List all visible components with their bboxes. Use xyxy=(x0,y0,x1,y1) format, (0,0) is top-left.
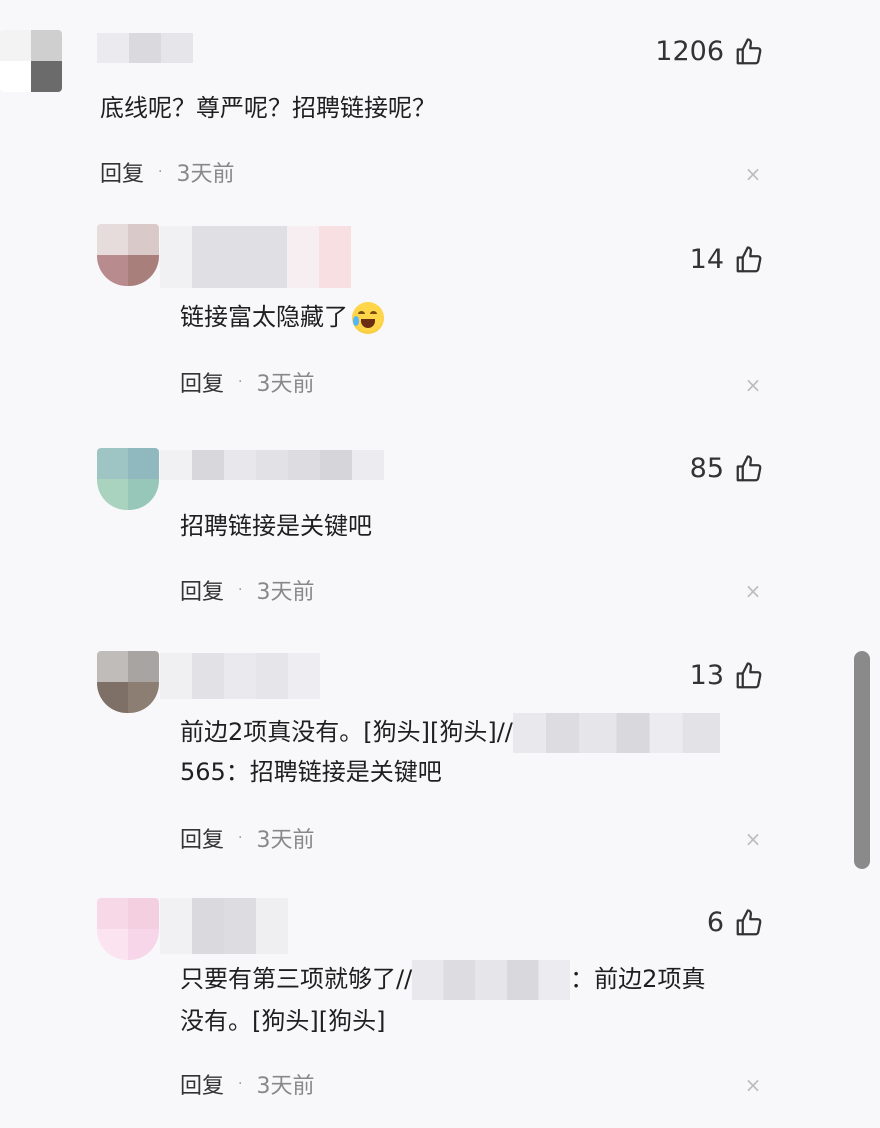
reply-button[interactable]: 回复 xyxy=(180,574,224,606)
avatar[interactable] xyxy=(97,898,159,960)
comment-text: 没有。[狗头][狗头] xyxy=(180,1007,386,1035)
username[interactable] xyxy=(160,898,288,954)
avatar[interactable] xyxy=(97,224,159,286)
like-count: 14 xyxy=(689,244,724,275)
like-count: 13 xyxy=(689,660,724,691)
comment-text: 只要有第三项就够了// xyxy=(180,965,413,993)
comment-text-row: 前边2项真没有。[狗头][狗头]// xyxy=(180,712,720,753)
like-button[interactable]: 85 xyxy=(690,453,764,484)
close-icon[interactable]: × xyxy=(744,164,762,184)
username[interactable] xyxy=(160,226,351,288)
close-icon[interactable]: × xyxy=(744,375,762,395)
separator-dot: · xyxy=(238,830,243,846)
like-count: 85 xyxy=(689,453,724,484)
separator-dot: · xyxy=(158,164,163,180)
blurred-mention xyxy=(412,960,571,1000)
comment-text: 招聘链接是关键吧 xyxy=(180,512,372,540)
comment-text-row: 只要有第三项就够了// ：前边2项真 xyxy=(180,959,705,1000)
reply-button[interactable]: 回复 xyxy=(180,1068,224,1100)
avatar[interactable] xyxy=(97,651,159,713)
thumbs-up-icon xyxy=(736,454,762,481)
reply-button[interactable]: 回复 xyxy=(180,366,224,398)
comment-text: 前边2项真没有。[狗头][狗头]// xyxy=(180,718,513,746)
separator-dot: · xyxy=(238,1076,243,1092)
like-count: 1206 xyxy=(655,36,724,67)
like-button[interactable]: 1206 xyxy=(655,36,764,67)
separator-dot: · xyxy=(238,374,243,390)
scrollbar[interactable] xyxy=(854,651,870,869)
comment-text: 565：招聘链接是关键吧 xyxy=(180,758,442,786)
timestamp: 3天前 xyxy=(256,828,315,853)
username[interactable] xyxy=(160,450,384,480)
like-button[interactable]: 6 xyxy=(707,907,764,938)
username[interactable] xyxy=(97,33,193,63)
blurred-mention xyxy=(512,713,720,753)
timestamp: 3天前 xyxy=(256,372,315,397)
close-icon[interactable]: × xyxy=(744,829,762,849)
comment-text: ：前边2项真 xyxy=(570,965,706,993)
reply-button[interactable]: 回复 xyxy=(180,822,224,854)
thumbs-up-icon xyxy=(736,908,762,935)
username[interactable] xyxy=(160,653,320,699)
comment-text: 底线呢？尊严呢？招聘链接呢？ xyxy=(100,94,436,122)
comment-text-row: 链接富太隐藏了 xyxy=(180,297,384,337)
avatar[interactable] xyxy=(0,30,62,92)
timestamp: 3天前 xyxy=(176,162,235,187)
thumbs-up-icon xyxy=(736,37,762,64)
crying-laughing-emoji-icon xyxy=(352,302,384,334)
like-button[interactable]: 14 xyxy=(690,244,764,275)
like-button[interactable]: 13 xyxy=(690,660,764,691)
close-icon[interactable]: × xyxy=(744,581,762,601)
comment-text: 链接富太隐藏了 xyxy=(180,303,348,331)
reply-button[interactable]: 回复 xyxy=(100,156,144,188)
thumbs-up-icon xyxy=(736,245,762,272)
timestamp: 3天前 xyxy=(256,580,315,605)
avatar[interactable] xyxy=(97,448,159,510)
separator-dot: · xyxy=(238,582,243,598)
like-count: 6 xyxy=(706,907,724,938)
thumbs-up-icon xyxy=(736,661,762,688)
timestamp: 3天前 xyxy=(256,1074,315,1099)
close-icon[interactable]: × xyxy=(744,1075,762,1095)
